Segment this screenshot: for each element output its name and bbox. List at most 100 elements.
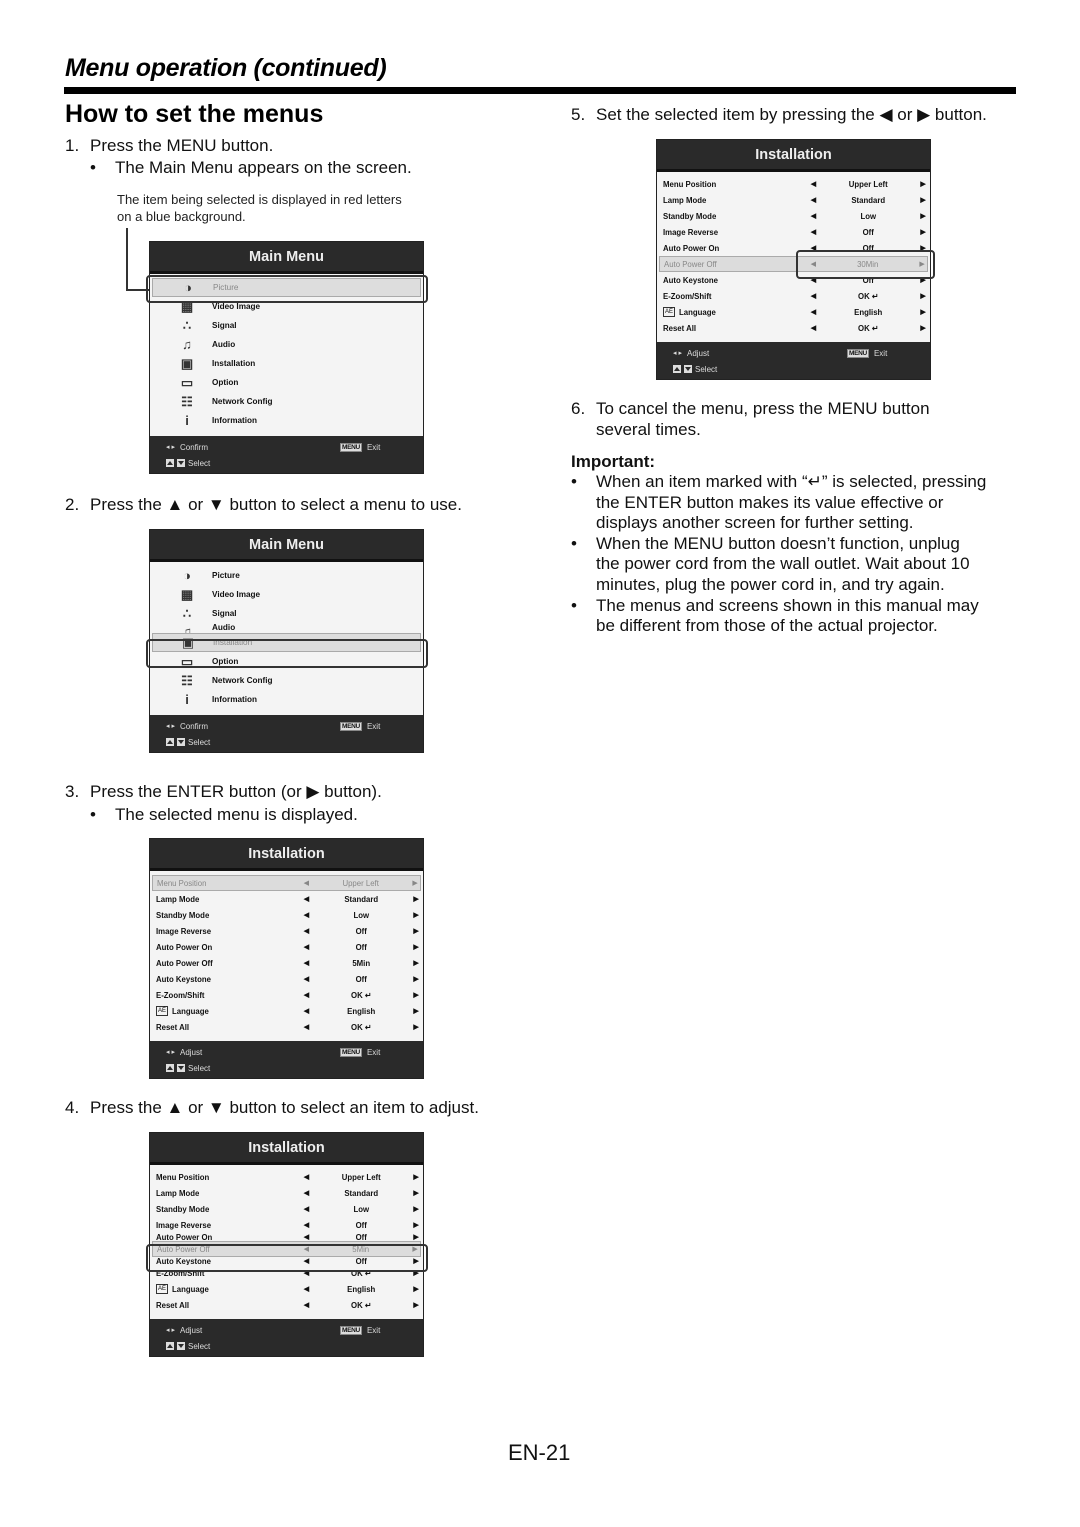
setting-label-text: Auto Keystone: [156, 974, 212, 984]
setting-row[interactable]: Reset All ◀ OK ↵ ▶: [152, 1297, 421, 1313]
menu-item[interactable]: ♫ Audio: [152, 623, 421, 633]
setting-row[interactable]: Reset All ◀ OK ↵ ▶: [659, 320, 928, 336]
bullet-text: minutes, plug the power cord in, and try…: [596, 575, 945, 594]
setting-label-text: Standby Mode: [663, 211, 717, 221]
setting-label: Image Reverse: [156, 1221, 301, 1230]
setting-value: English: [347, 1006, 376, 1016]
setting-row[interactable]: E-Zoom/Shift ◀ OK ↵ ▶: [659, 288, 928, 304]
setting-row[interactable]: AÉ Language ◀ English ▶: [152, 1281, 421, 1297]
left-arrow-icon: ◀: [810, 309, 817, 316]
setting-row[interactable]: Image Reverse ◀ Off ▶: [152, 1217, 421, 1233]
setting-label-text: Menu Position: [663, 179, 717, 189]
setting-label-text: Auto Power On: [663, 243, 720, 253]
setting-row[interactable]: Reset All ◀ OK ↵ ▶: [152, 1019, 421, 1035]
setting-label-text: Image Reverse: [663, 227, 719, 237]
highlight-frame: [146, 1244, 428, 1272]
menu-item[interactable]: ◑ Picture: [152, 566, 421, 585]
menu-item[interactable]: ▭ Option: [152, 373, 421, 392]
setting-value: Upper Left: [848, 179, 888, 189]
right-arrow-icon: ▶: [413, 992, 419, 999]
menu-key-icon: MENU: [340, 442, 362, 452]
menu-item-label: Audio: [212, 340, 236, 349]
setting-value: English: [347, 1284, 376, 1294]
installation-osd-1: Installation Menu Position ◀ Upper Left ▶ La…: [149, 838, 424, 1079]
signal-icon: ∴: [182, 605, 192, 621]
setting-row[interactable]: Menu Position ◀ Upper Left ▶: [659, 176, 928, 192]
left-arrow-icon: ◀: [303, 1286, 310, 1293]
setting-row[interactable]: Menu Position ◀ Upper Left ▶: [152, 1169, 421, 1185]
setting-row[interactable]: Auto Power On ◀ Off ▶: [152, 939, 421, 955]
setting-row[interactable]: Image Reverse ◀ Off ▶: [152, 923, 421, 939]
important-bullet-cont: the power cord from the wall outlet. Wai…: [596, 553, 970, 574]
setting-label-text: Lamp Mode: [663, 195, 707, 205]
menu-item[interactable]: ♫ Audio: [152, 335, 421, 354]
osd-title: Main Menu: [150, 530, 423, 562]
setting-row[interactable]: Auto Power On ◀ Off ▶: [152, 1233, 421, 1241]
bullet-text: the power cord from the wall outlet. Wai…: [596, 554, 970, 574]
setting-row[interactable]: AÉ Language ◀ English ▶: [152, 1003, 421, 1019]
menu-item[interactable]: i Information: [152, 411, 421, 430]
osd-title: Installation: [657, 140, 930, 172]
left-arrow-icon: ◀: [303, 1174, 310, 1181]
menu-item[interactable]: ☷ Network Config: [152, 392, 421, 411]
setting-row[interactable]: Standby Mode ◀ Low ▶: [152, 907, 421, 923]
setting-value: OK ↵: [351, 1300, 372, 1310]
setting-row[interactable]: Image Reverse ◀ Off ▶: [659, 224, 928, 240]
menu-item-label: Network Config: [212, 397, 273, 406]
setting-label-text: Menu Position: [157, 878, 207, 888]
step-6-cont: several times.: [596, 420, 701, 439]
step-3-bullet: • The selected menu is displayed.: [90, 805, 358, 824]
setting-row[interactable]: Lamp Mode ◀ Standard ▶: [659, 192, 928, 208]
setting-row[interactable]: Menu Position ◀ Upper Left ▶: [152, 875, 421, 891]
menu-key-icon: MENU: [847, 348, 869, 358]
right-arrow-icon: ▶: [920, 213, 926, 220]
setting-row[interactable]: Auto Power Off ◀ 5Min ▶: [152, 955, 421, 971]
setting-label: E-Zoom/Shift: [156, 991, 301, 1000]
setting-row[interactable]: Standby Mode ◀ Low ▶: [659, 208, 928, 224]
setting-row[interactable]: Standby Mode ◀ Low ▶: [152, 1201, 421, 1217]
menu-item[interactable]: ▦ Video Image: [152, 585, 421, 604]
setting-label: AÉ Language: [663, 307, 808, 317]
setting-row[interactable]: Lamp Mode ◀ Standard ▶: [152, 891, 421, 907]
menu-item[interactable]: ∴ Signal: [152, 316, 421, 335]
menu-item[interactable]: ▣ Installation: [152, 354, 421, 373]
setting-label-text: Language: [679, 307, 716, 317]
page-number: EN-21: [508, 1440, 571, 1465]
setting-value: Upper Left: [342, 878, 379, 888]
step-2: 2. Press the ▲ or ▼ button to select a me…: [65, 495, 462, 514]
setting-row[interactable]: Auto Keystone ◀ Off ▶: [152, 971, 421, 987]
menu-item[interactable]: ☷ Network Config: [152, 671, 421, 690]
menu-item[interactable]: ∴ Signal: [152, 604, 421, 623]
setting-label-text: Auto Power On: [156, 942, 213, 952]
up-key-icon: [166, 459, 174, 467]
setting-value: Off: [355, 942, 367, 952]
language-icon: AÉ: [156, 1006, 169, 1016]
page-heading: How to set the menus: [65, 100, 324, 128]
setting-row[interactable]: Lamp Mode ◀ Standard ▶: [152, 1185, 421, 1201]
setting-row[interactable]: AÉ Language ◀ English ▶: [659, 304, 928, 320]
osd-body: Menu Position ◀ Upper Left ▶ Lamp Mode ◀ Stand…: [150, 871, 423, 1041]
bullet-text: When an item marked with “↵” is selected…: [596, 472, 987, 491]
option-icon: ▭: [180, 374, 194, 390]
important-bullet-cont: be different from those of the actual pr…: [596, 615, 938, 636]
menu-item[interactable]: i Information: [152, 690, 421, 709]
setting-value: Standard: [344, 1188, 379, 1198]
right-arrow-icon: ▶: [413, 896, 419, 903]
setting-value: Standard: [851, 195, 886, 205]
up-key-icon: [166, 1064, 174, 1072]
section-title: Menu operation (continued): [65, 54, 387, 82]
setting-value: Low: [353, 1204, 370, 1214]
right-arrow-icon: ▶: [920, 181, 926, 188]
menu-item-label: Video Image: [212, 590, 261, 599]
osd-title: Installation: [150, 839, 423, 871]
setting-value: Low: [860, 211, 877, 221]
setting-row[interactable]: E-Zoom/Shift ◀ OK ↵ ▶: [152, 987, 421, 1003]
bullet-dot: •: [571, 533, 577, 553]
setting-label-text: Reset All: [156, 1022, 190, 1032]
signal-icon: ∴: [182, 317, 192, 333]
network-config-icon: ☷: [181, 393, 193, 409]
menu-item-label: Picture: [212, 571, 240, 580]
osd-footer: ◂ ▸ Confirm MENU Exit Select: [150, 436, 423, 473]
setting-label: AÉ Language: [156, 1284, 301, 1294]
language-icon: AÉ: [156, 1284, 169, 1294]
